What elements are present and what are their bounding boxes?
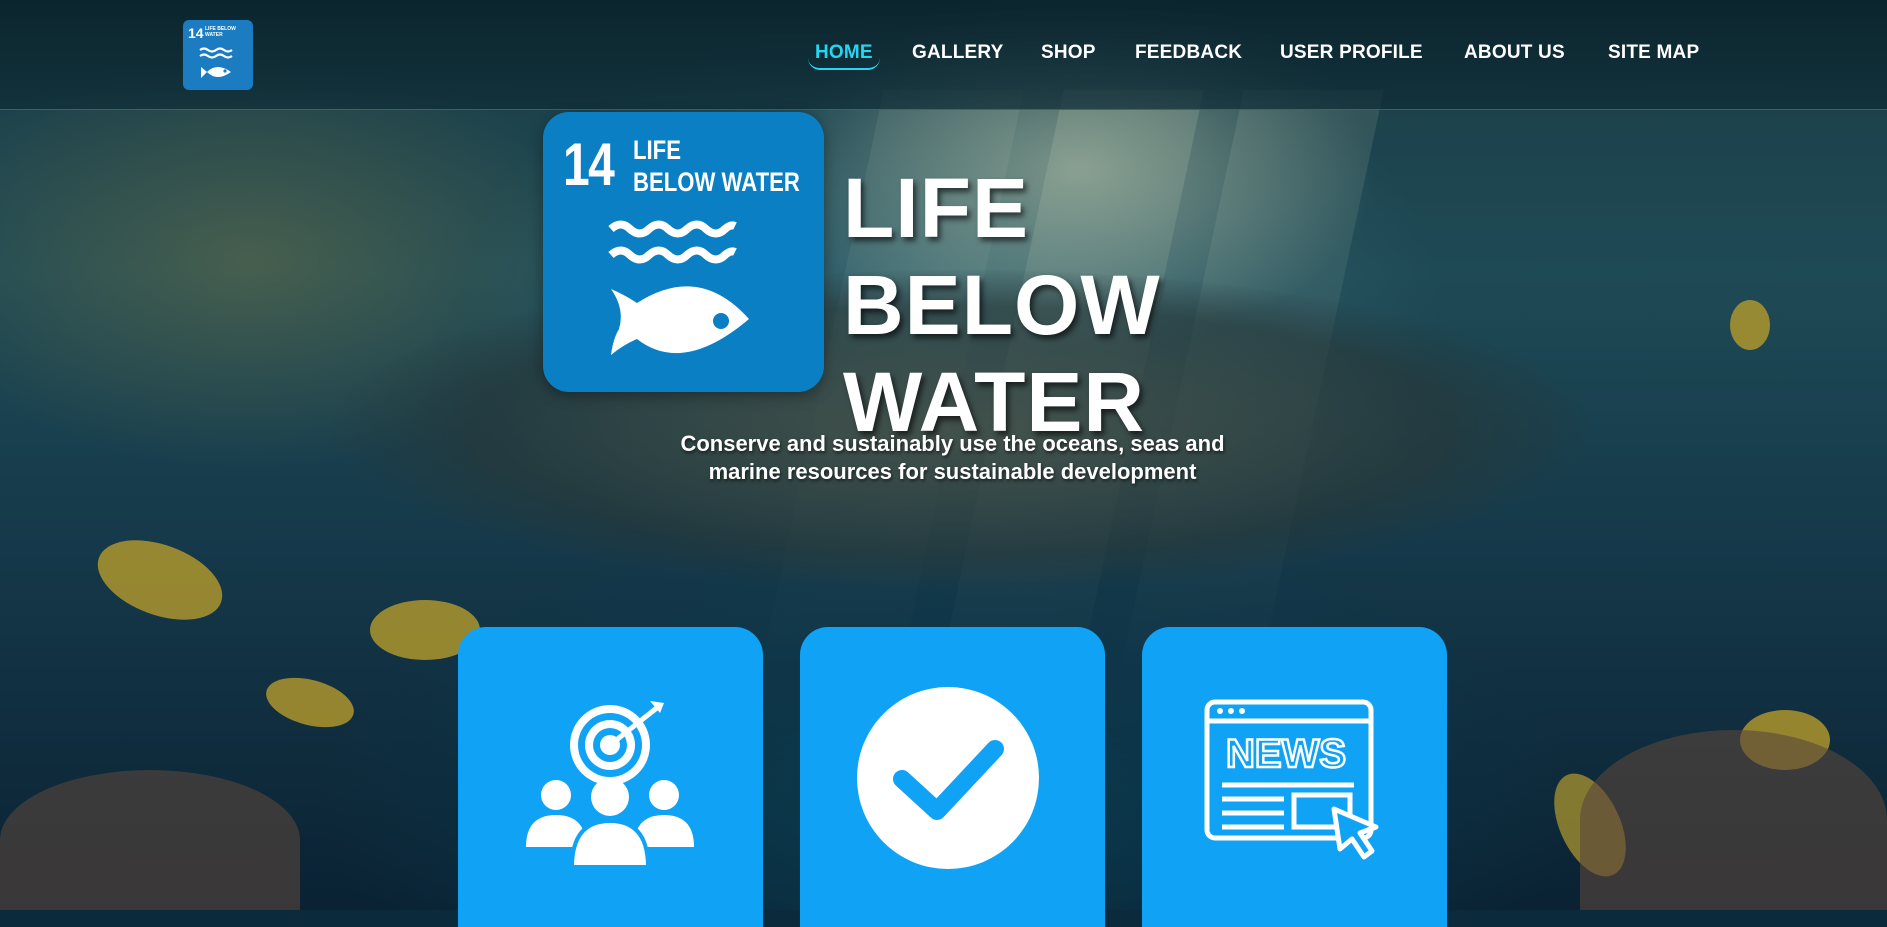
- card-news[interactable]: NEWS: [1142, 627, 1447, 927]
- nav-gallery[interactable]: GALLERY: [912, 42, 1003, 64]
- hero-subtitle: Conserve and sustainably use the oceans,…: [680, 431, 1225, 484]
- fish-wave-icon: [199, 47, 233, 78]
- svg-text:NEWS: NEWS: [1226, 732, 1346, 776]
- badge-label-line2: BELOW WATER: [633, 167, 800, 197]
- nav-site-map[interactable]: SITE MAP: [1608, 42, 1699, 64]
- card-progress[interactable]: [800, 627, 1105, 927]
- nav-shop[interactable]: SHOP: [1041, 42, 1096, 64]
- badge-number: 14: [563, 131, 615, 198]
- nav-feedback[interactable]: FEEDBACK: [1135, 42, 1242, 64]
- title-line1: LIFE BELOW: [843, 161, 1161, 352]
- news-browser-icon: NEWS: [1204, 699, 1379, 860]
- checkmark-circle-icon: [857, 687, 1039, 869]
- active-nav-indicator: [808, 58, 880, 70]
- sdg14-badge: 14 LIFE BELOW WATER: [543, 112, 824, 392]
- site-header: 14 LIFE BELOW WATER HOME GALLERY SHOP FE…: [0, 0, 1887, 110]
- badge-label-line1: LIFE: [633, 135, 681, 165]
- badge-label: LIFE BELOW WATER: [633, 134, 813, 198]
- card-targets[interactable]: [458, 627, 763, 927]
- fish-wave-icon: [608, 220, 749, 355]
- sdg14-logo[interactable]: 14 LIFE BELOW WATER: [183, 20, 253, 90]
- nav-user-profile[interactable]: USER PROFILE: [1280, 42, 1423, 64]
- nav-about-us[interactable]: ABOUT US: [1464, 42, 1565, 64]
- target-team-icon: [526, 701, 694, 867]
- page-title: LIFE BELOW WATER: [843, 160, 1363, 451]
